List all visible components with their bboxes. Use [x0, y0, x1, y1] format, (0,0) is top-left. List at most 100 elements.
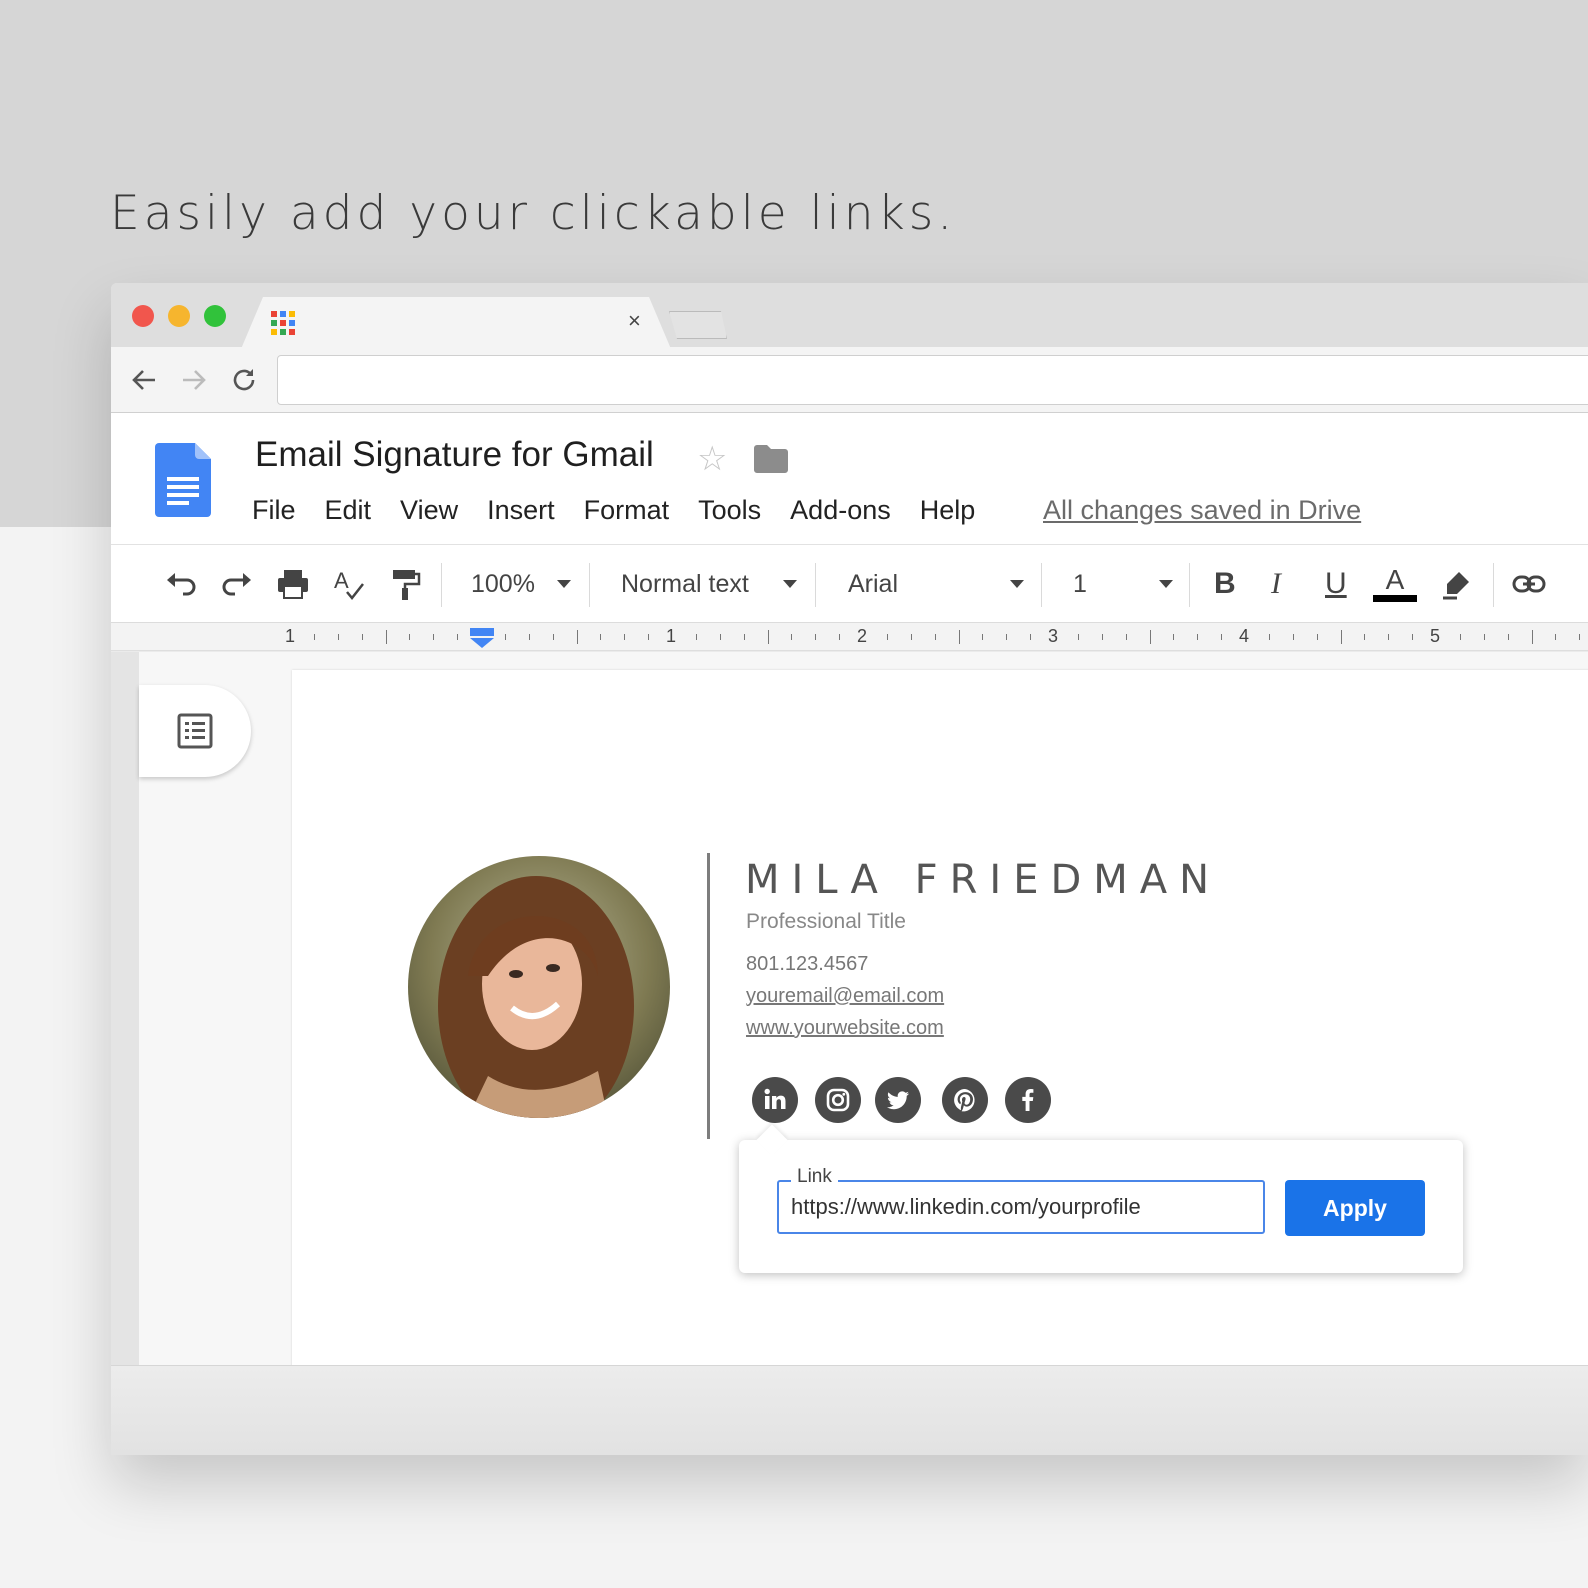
- spellcheck-icon[interactable]: A: [331, 565, 367, 603]
- ruler-tick: [1292, 634, 1294, 640]
- ruler-tick: [1388, 634, 1390, 640]
- close-window-button[interactable]: [132, 305, 154, 327]
- menu-edit[interactable]: Edit: [325, 495, 372, 526]
- undo-icon[interactable]: [163, 565, 199, 603]
- ruler-tick: [409, 634, 411, 640]
- maximize-window-button[interactable]: [204, 305, 226, 327]
- link-edit-popup: Link Apply: [739, 1124, 1463, 1273]
- ruler-label: 1: [285, 626, 296, 646]
- ruler-tick: [839, 634, 841, 640]
- menu-file[interactable]: File: [252, 495, 296, 526]
- linkedin-icon[interactable]: [752, 1077, 798, 1123]
- link-field[interactable]: Link: [777, 1166, 1265, 1234]
- ruler-tick: [1412, 634, 1414, 640]
- ruler-tick: [767, 630, 769, 644]
- ruler-tick: [1364, 634, 1366, 640]
- ruler-tick: [1030, 634, 1032, 640]
- menu-insert[interactable]: Insert: [487, 495, 555, 526]
- save-status-link[interactable]: All changes saved in Drive: [1043, 495, 1361, 526]
- ruler[interactable]: 1 1 2 3 4 5: [111, 623, 1588, 651]
- back-arrow-icon[interactable]: [129, 365, 159, 395]
- ruler-tick: [313, 634, 315, 640]
- headline: Easily add your clickable links.: [110, 186, 957, 241]
- pinterest-icon[interactable]: [942, 1077, 988, 1123]
- ruler-tick: [743, 634, 745, 640]
- zoom-select[interactable]: 100%: [471, 565, 571, 603]
- ruler-tick: [1340, 630, 1342, 644]
- font-family-value: Arial: [848, 569, 899, 598]
- reload-icon[interactable]: [229, 365, 259, 395]
- insert-link-icon[interactable]: [1511, 565, 1547, 603]
- ruler-tick: [1268, 634, 1270, 640]
- font-family-select[interactable]: Arial: [848, 565, 1024, 603]
- signature-website-link[interactable]: www.yourwebsite.com: [746, 1017, 944, 1040]
- ruler-tick: [1006, 634, 1008, 640]
- forward-arrow-icon[interactable]: [179, 365, 209, 395]
- minimize-window-button[interactable]: [168, 305, 190, 327]
- new-tab-button[interactable]: [669, 311, 727, 339]
- window-bottom-bar: [111, 1365, 1588, 1455]
- menu-addons[interactable]: Add-ons: [790, 495, 891, 526]
- font-size-value: 1: [1073, 569, 1087, 598]
- tab-close-icon[interactable]: ×: [628, 308, 641, 334]
- browser-window: × Email Signature for Gmail ☆ File Edit …: [111, 283, 1588, 1455]
- apps-grid-icon: [271, 311, 295, 335]
- italic-button[interactable]: I: [1271, 565, 1281, 603]
- ruler-tick: [1125, 634, 1127, 640]
- highlight-icon[interactable]: [1439, 565, 1475, 603]
- browser-tab[interactable]: ×: [241, 297, 671, 349]
- facebook-icon[interactable]: [1005, 1077, 1051, 1123]
- paint-format-icon[interactable]: [387, 565, 423, 603]
- instagram-icon[interactable]: [815, 1077, 861, 1123]
- bold-button[interactable]: B: [1214, 565, 1236, 603]
- formatting-toolbar: A 100% Normal text Arial 1 B I U A: [111, 545, 1588, 623]
- ruler-tick: [791, 634, 793, 640]
- menu-help[interactable]: Help: [920, 495, 976, 526]
- paragraph-style-select[interactable]: Normal text: [621, 565, 797, 603]
- redo-icon[interactable]: [219, 565, 255, 603]
- ruler-tick: [1197, 634, 1199, 640]
- ruler-tick: [1483, 634, 1485, 640]
- link-url-input[interactable]: [791, 1194, 1251, 1220]
- ruler-tick: [361, 634, 363, 640]
- twitter-icon[interactable]: [875, 1077, 921, 1123]
- ruler-tick: [1507, 634, 1509, 640]
- text-color-letter: A: [1385, 564, 1405, 595]
- ruler-tick: [552, 634, 554, 640]
- ruler-label: 1: [666, 626, 677, 646]
- ruler-tick: [648, 634, 650, 640]
- menu-view[interactable]: View: [400, 495, 458, 526]
- docs-header: Email Signature for Gmail ☆ File Edit Vi…: [111, 413, 1588, 545]
- ruler-tick: [910, 634, 912, 640]
- document-title[interactable]: Email Signature for Gmail: [255, 435, 654, 475]
- popup-pointer: [756, 1124, 788, 1156]
- ruler-tick: [1173, 634, 1175, 640]
- ruler-tick: [385, 630, 387, 644]
- star-icon[interactable]: ☆: [697, 439, 727, 479]
- apply-button[interactable]: Apply: [1285, 1180, 1425, 1236]
- ruler-label: 5: [1430, 626, 1441, 646]
- toolbar-separator: [815, 563, 816, 607]
- ruler-tick: [433, 634, 435, 640]
- paragraph-style-value: Normal text: [621, 569, 749, 598]
- document-page[interactable]: MILA FRIEDMAN Professional Title 801.123…: [292, 670, 1588, 1370]
- indent-marker-icon[interactable]: [470, 628, 494, 648]
- address-bar[interactable]: [277, 355, 1588, 405]
- google-docs-logo-icon[interactable]: [155, 443, 211, 517]
- font-size-select[interactable]: 1: [1073, 565, 1173, 603]
- print-icon[interactable]: [275, 565, 311, 603]
- text-color-swatch: [1373, 595, 1417, 602]
- ruler-tick: [695, 634, 697, 640]
- signature-name: MILA FRIEDMAN: [745, 857, 1222, 903]
- folder-icon[interactable]: [754, 445, 788, 473]
- menu-tools[interactable]: Tools: [698, 495, 761, 526]
- document-outline-button[interactable]: [139, 685, 251, 777]
- ruler-tick: [958, 630, 960, 644]
- text-color-button[interactable]: A: [1373, 565, 1417, 603]
- signature-phone: 801.123.4567: [746, 953, 869, 975]
- underline-button[interactable]: U: [1325, 565, 1347, 603]
- ruler-tick: [337, 634, 339, 640]
- signature-email-link[interactable]: youremail@email.com: [746, 985, 944, 1008]
- browser-titlebar: ×: [111, 283, 1588, 349]
- menu-format[interactable]: Format: [584, 495, 670, 526]
